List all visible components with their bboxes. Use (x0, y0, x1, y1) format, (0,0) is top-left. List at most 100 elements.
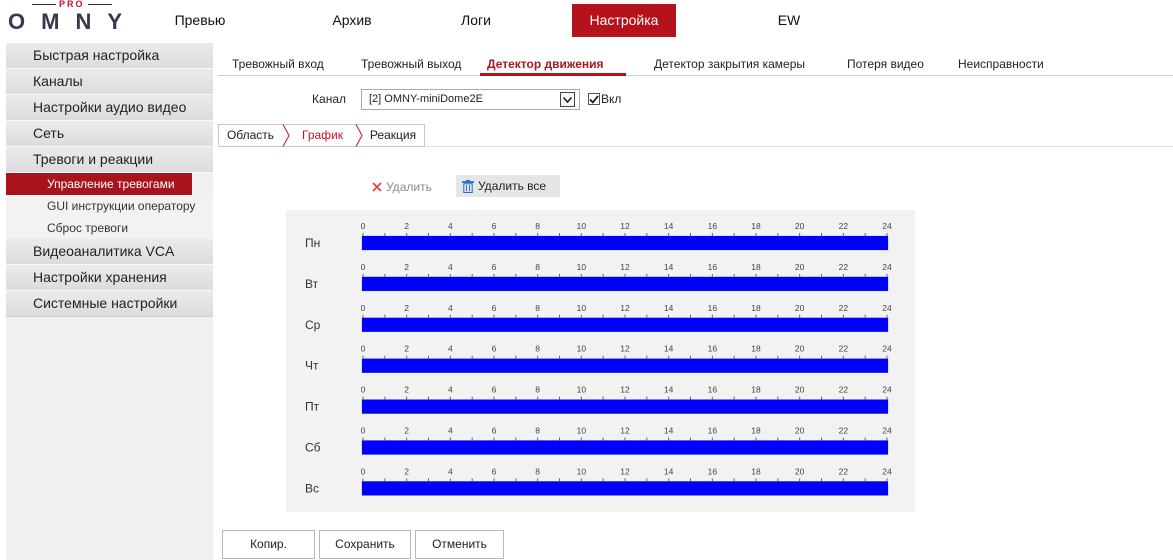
hour-tick-label: 12 (620, 303, 630, 313)
logo-line (32, 4, 56, 5)
hour-tick-label: 2 (404, 303, 409, 313)
hour-tick-label: 14 (664, 344, 674, 354)
hour-tick-label: 16 (708, 344, 718, 354)
copy-button[interactable]: Копир. (222, 530, 315, 559)
hour-tick-label: 22 (839, 303, 849, 313)
hour-tick-label: 24 (882, 221, 892, 231)
hour-tick-label: 4 (448, 385, 453, 395)
hour-tick-label: 8 (535, 221, 540, 231)
hour-tick-label: 18 (751, 303, 761, 313)
hour-tick-label: 14 (664, 426, 674, 436)
tab-faults[interactable]: Неисправности (958, 57, 1044, 71)
hour-tick-label: 10 (577, 221, 587, 231)
hour-tick-label: 16 (708, 466, 718, 476)
hour-tick-label: 22 (839, 466, 849, 476)
hour-tick-label: 0 (361, 344, 366, 354)
nav-preview[interactable]: Превью (150, 4, 250, 37)
schedule-row: 0 2 4 6 8 10 12 14 16 18 20 22 24Чт (305, 344, 892, 373)
channel-select[interactable]: [2] OMNY-miniDome2E (361, 89, 580, 110)
hour-tick-label: 20 (795, 303, 805, 313)
subtab-reaction[interactable]: Реакция (362, 124, 424, 146)
hour-tick-label: 0 (361, 262, 366, 272)
hour-tick-label: 2 (404, 262, 409, 272)
hour-tick-label: 24 (882, 303, 892, 313)
sidebar-item-alarms[interactable]: Тревоги и реакции (6, 147, 213, 173)
hour-tick-label: 18 (751, 344, 761, 354)
weekly-schedule: 0 2 4 6 8 10 12 14 16 18 20 22 24 Пн 0 2 4 6 8 10 12 14 16 18 20… (286, 210, 915, 512)
sidebar-subitem-alarm-reset[interactable]: Сброс тревоги (6, 217, 213, 239)
tabs-divider (218, 75, 1173, 76)
hour-tick-label: 20 (795, 262, 805, 272)
tab-alarm-output[interactable]: Тревожный выход (361, 57, 461, 71)
hour-tick-label: 22 (839, 262, 849, 272)
nav-archive[interactable]: Архив (302, 4, 402, 37)
hour-tick-label: 0 (361, 426, 366, 436)
save-button[interactable]: Сохранить (319, 530, 411, 559)
hour-tick-label: 14 (664, 303, 674, 313)
nav-ew[interactable]: EW (739, 4, 839, 37)
hour-tick-label: 10 (577, 344, 587, 354)
sidebar-subitem-gui-instructions[interactable]: GUI инструкции оператору (6, 195, 213, 217)
enable-checkbox-label[interactable]: Вкл (601, 92, 621, 106)
hour-tick-label: 4 (448, 426, 453, 436)
hour-tick-label: 10 (577, 466, 587, 476)
logo: PRO OMNY (6, 0, 140, 36)
schedule-segment[interactable] (362, 399, 888, 414)
subtab-schedule[interactable]: График (289, 124, 356, 146)
day-label: Пн (305, 236, 320, 250)
hour-tick-label: 4 (448, 303, 453, 313)
schedule-segment[interactable] (362, 481, 888, 496)
hour-tick-label: 6 (492, 344, 497, 354)
hour-tick-label: 18 (751, 426, 761, 436)
hour-tick-label: 8 (535, 426, 540, 436)
hour-tick-label: 14 (664, 221, 674, 231)
hour-tick-label: 2 (404, 221, 409, 231)
hour-tick-label: 24 (882, 262, 892, 272)
hour-tick-label: 8 (535, 466, 540, 476)
tab-tamper-detection[interactable]: Детектор закрытия камеры (654, 57, 805, 71)
sidebar-item-storage[interactable]: Настройки хранения (6, 265, 213, 291)
delete-button[interactable]: Удалить (372, 177, 432, 197)
hour-tick-label: 24 (882, 426, 892, 436)
tab-motion-detection[interactable]: Детектор движения (487, 57, 604, 71)
sidebar-item-audio-video[interactable]: Настройки аудио видео (6, 95, 213, 121)
schedule-segment[interactable] (362, 276, 888, 291)
hour-tick-label: 16 (708, 221, 718, 231)
hour-tick-label: 12 (620, 426, 630, 436)
hour-tick-label: 22 (839, 344, 849, 354)
hour-tick-label: 2 (404, 344, 409, 354)
subtab-area[interactable]: Область (218, 124, 283, 146)
nav-settings[interactable]: Настройка (572, 4, 676, 37)
close-icon (372, 182, 382, 192)
sidebar-subitem-alarm-management[interactable]: Управление тревогами (6, 173, 192, 195)
sidebar-item-channels[interactable]: Каналы (6, 69, 213, 95)
tab-alarm-input[interactable]: Тревожный вход (232, 57, 324, 71)
sidebar-item-system[interactable]: Системные настройки (6, 291, 213, 317)
schedule-row: 0 2 4 6 8 10 12 14 16 18 20 22 24Пн (305, 221, 892, 251)
chevron-down-icon[interactable] (560, 92, 575, 107)
hour-tick-label: 0 (361, 385, 366, 395)
cancel-button[interactable]: Отменить (415, 530, 504, 559)
enable-checkbox[interactable] (588, 93, 600, 105)
hour-tick-label: 20 (795, 221, 805, 231)
logo-line (87, 4, 112, 5)
nav-logs[interactable]: Логи (426, 4, 526, 37)
schedule-row: 0 2 4 6 8 10 12 14 16 18 20 22 24Пт (305, 385, 892, 414)
sidebar: Быстрая настройка Каналы Настройки аудио… (6, 43, 213, 560)
hour-tick-label: 18 (751, 385, 761, 395)
schedule-segment[interactable] (362, 358, 888, 373)
hour-tick-label: 2 (404, 426, 409, 436)
hour-tick-label: 6 (492, 303, 497, 313)
sidebar-item-network[interactable]: Сеть (6, 121, 213, 147)
schedule-segment[interactable] (362, 317, 888, 332)
sidebar-item-video-analytics[interactable]: Видеоаналитика VCA (6, 239, 213, 265)
day-label: Чт (305, 359, 319, 373)
hour-tick-label: 12 (620, 385, 630, 395)
schedule-segment[interactable] (362, 236, 888, 250)
hour-tick-label: 10 (577, 385, 587, 395)
delete-all-button[interactable]: Удалить все (456, 175, 560, 197)
hour-tick-label: 24 (882, 466, 892, 476)
schedule-segment[interactable] (362, 440, 888, 455)
sidebar-item-quick-setup[interactable]: Быстрая настройка (6, 43, 213, 69)
tab-video-loss[interactable]: Потеря видео (847, 57, 924, 71)
